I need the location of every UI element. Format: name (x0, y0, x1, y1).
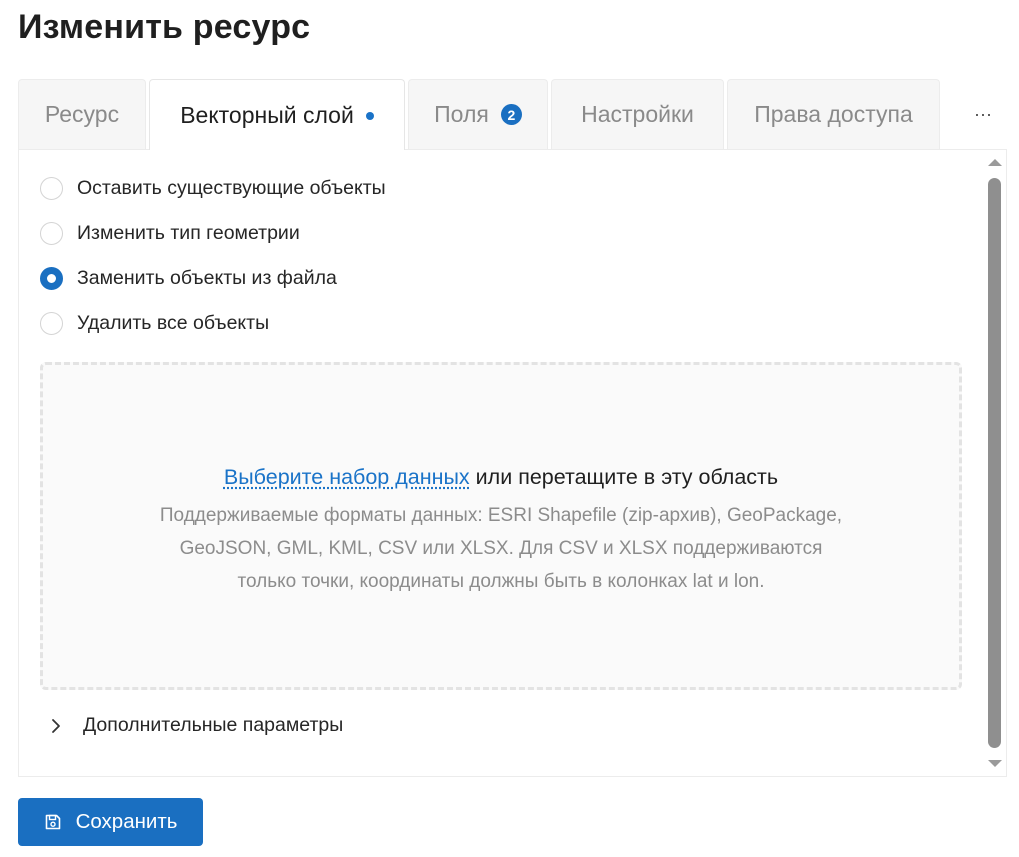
radio-label: Изменить тип геометрии (77, 221, 300, 244)
file-dropzone[interactable]: Выберите набор данных или перетащите в э… (40, 362, 962, 690)
radio-delete-all[interactable]: Удалить все объекты (40, 310, 269, 336)
radio-button[interactable] (40, 221, 63, 245)
tab-resource-label: Ресурс (44, 101, 120, 127)
dropzone-hint-line: GeoJSON, GML, KML, CSV или XLSX. Для CSV… (179, 538, 823, 559)
radio-keep-objects[interactable]: Оставить существующие объекты (40, 175, 386, 201)
radio-button[interactable] (40, 311, 63, 335)
tabs-more-button[interactable]: ··· (959, 79, 1007, 149)
unsaved-dot-icon (365, 112, 374, 120)
radio-button-checked[interactable] (40, 266, 63, 290)
tab-settings-label: Настройки (581, 101, 694, 127)
vector-layer-panel: Оставить существующие объекты Изменить т… (18, 149, 1007, 777)
tab-fields-label: Поля (434, 101, 489, 127)
advanced-params-label: Дополнительные параметры (83, 714, 344, 736)
tab-permissions[interactable]: Права доступа (727, 79, 940, 149)
page-title: Изменить ресурс (18, 8, 311, 46)
tab-resource[interactable]: Ресурс (18, 79, 146, 149)
fields-count-badge: 2 (500, 104, 522, 125)
save-button[interactable]: Сохранить (18, 798, 203, 846)
tab-bar: Ресурс Векторный слой Поля 2 Настройки П… (18, 79, 1007, 150)
tab-vector-layer-label: Векторный слой (180, 101, 354, 128)
dropzone-drag-text: или перетащите в эту область (469, 465, 779, 489)
dropzone-hint: Поддерживаемые форматы данных: ESRI Shap… (103, 499, 899, 598)
dropzone-hint-line: только точки, координаты должны быть в к… (237, 571, 765, 592)
select-dataset-link[interactable]: Выберите набор данных (224, 465, 470, 489)
tab-settings[interactable]: Настройки (551, 79, 724, 149)
advanced-params-toggle[interactable]: Дополнительные параметры (45, 714, 343, 737)
more-icon: ··· (974, 103, 992, 124)
radio-replace-from-file[interactable]: Заменить объекты из файла (40, 265, 337, 291)
save-button-label: Сохранить (75, 810, 178, 833)
tab-vector-layer[interactable]: Векторный слой (149, 79, 405, 150)
radio-change-geometry[interactable]: Изменить тип геометрии (40, 220, 300, 246)
scrollbar-thumb[interactable] (988, 178, 1001, 748)
dropzone-hint-line: Поддерживаемые форматы данных: ESRI Shap… (159, 505, 843, 526)
radio-label: Оставить существующие объекты (77, 176, 386, 199)
tab-permissions-label: Права доступа (754, 101, 913, 127)
tab-fields[interactable]: Поля 2 (408, 79, 548, 149)
radio-label: Удалить все объекты (77, 311, 270, 334)
radio-button[interactable] (40, 176, 63, 200)
chevron-right-icon (52, 718, 60, 733)
scroll-up-arrow-icon[interactable] (985, 154, 1005, 170)
save-icon (45, 814, 60, 830)
scroll-down-arrow-icon[interactable] (985, 756, 1005, 772)
radio-label: Заменить объекты из файла (77, 266, 337, 289)
dropzone-main-text: Выберите набор данных или перетащите в э… (43, 465, 959, 490)
